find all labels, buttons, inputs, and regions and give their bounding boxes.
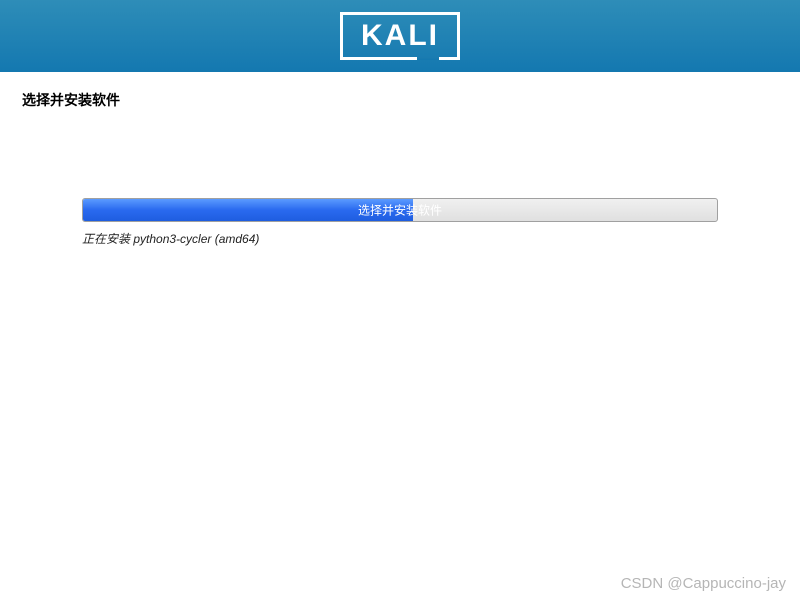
progress-bar: 选择并安装软件: [82, 198, 718, 222]
progress-label: 选择并安装软件: [358, 202, 442, 219]
page-title: 选择并安装软件: [22, 90, 778, 110]
content-area: 选择并安装软件 选择并安装软件 正在安装 python3-cycler (amd…: [0, 72, 800, 265]
installer-header: KALI: [0, 0, 800, 72]
install-status-text: 正在安装 python3-cycler (amd64): [82, 230, 718, 247]
kali-logo: KALI: [340, 12, 460, 60]
logo-text: KALI: [361, 19, 439, 52]
progress-section: 选择并安装软件 正在安装 python3-cycler (amd64): [22, 198, 778, 247]
watermark-text: CSDN @Cappuccino-jay: [621, 575, 786, 592]
